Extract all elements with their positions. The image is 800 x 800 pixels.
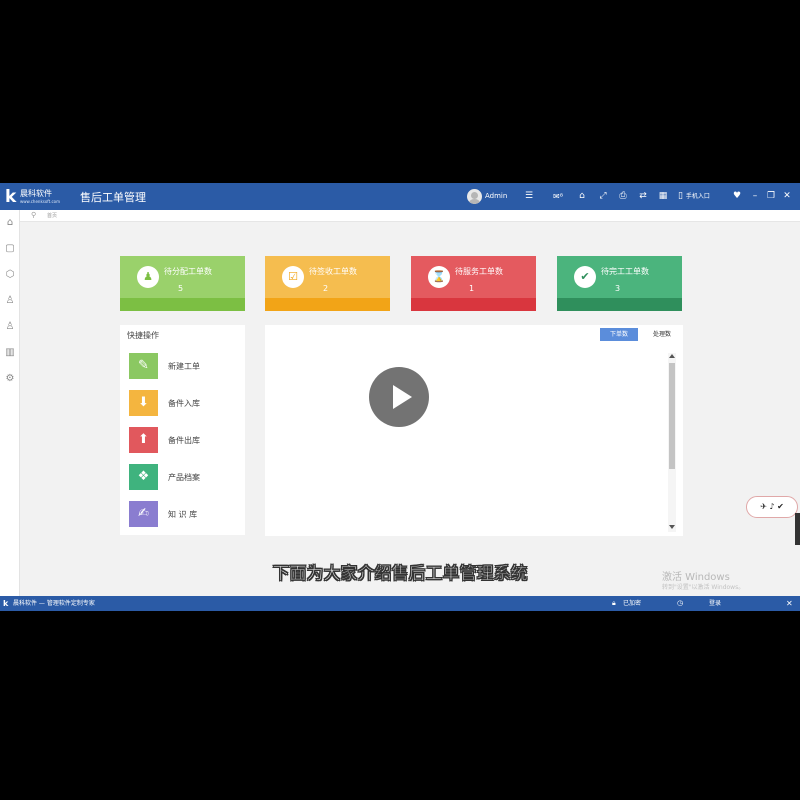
edit-icon: ✎	[129, 353, 158, 379]
floating-widget[interactable]: ✈ ♪ ✔	[746, 496, 798, 518]
sidebar-item-orders[interactable]: ▢	[0, 236, 20, 262]
play-icon	[393, 385, 412, 409]
restore-icon[interactable]: ❐	[766, 189, 776, 204]
quick-item-label: 备件出库	[168, 436, 200, 445]
activation-watermark-title: 激活 Windows	[662, 572, 730, 583]
order-icon: ▢	[5, 243, 15, 254]
breadcrumb: ⚲ 首页	[20, 210, 800, 222]
stat-card-pending-assign[interactable]: ♟ 待分配工单数 5	[120, 256, 245, 311]
inbox-in-icon: ⬇	[129, 390, 158, 416]
home-icon: ⌂	[6, 217, 14, 228]
box-icon: ⬡	[5, 269, 15, 280]
logo-mark: k	[5, 187, 17, 207]
quick-ops-title: 快捷操作	[127, 331, 159, 340]
stat-label: 待服务工单数	[455, 267, 503, 276]
document-check-icon: ✔	[574, 266, 596, 288]
quick-parts-in[interactable]: ⬇ 备件入库	[129, 390, 219, 416]
scrollbar[interactable]	[668, 353, 676, 532]
print-icon[interactable]: ⎙	[617, 189, 629, 204]
chart-panel: 下单数 处理数	[265, 325, 683, 536]
status-bar: k 晨科软件 — 管理软件定制专家 🔒︎ 已加密 ◷ 登录 ✕	[0, 596, 800, 611]
stat-value: 3	[615, 284, 621, 293]
minimize-icon[interactable]: –	[750, 189, 760, 204]
sidebar: ⌂ ▢ ⬡ ♙ ♙ ▥ ⚙	[0, 210, 20, 596]
fullscreen-icon[interactable]: ⤢	[597, 189, 609, 204]
title-bar: k 晨科软件 www.chenksoft.com 售后工单管理 Admin ☰ …	[0, 183, 800, 210]
breadcrumb-home[interactable]: 首页	[47, 212, 57, 219]
report-icon: ▥	[5, 347, 15, 358]
mobile-entry[interactable]: ▯ 手机入口	[678, 189, 718, 204]
scroll-down-arrow-icon[interactable]	[669, 525, 675, 529]
app-title: 售后工单管理	[80, 191, 146, 204]
card-band	[265, 298, 390, 311]
stat-card-pending-service[interactable]: ⌛ 待服务工单数 1	[411, 256, 536, 311]
activation-watermark-text: 转到"设置"以激活 Windows。	[662, 584, 745, 591]
quick-product-archive[interactable]: ❖ 产品档案	[129, 464, 219, 490]
stat-label: 待完工工单数	[601, 267, 649, 276]
sidebar-item-settings[interactable]: ⚙	[0, 366, 20, 392]
inbox-out-icon: ⬆	[129, 427, 158, 453]
edge-tab[interactable]	[795, 513, 800, 545]
stat-card-pending-complete[interactable]: ✔ 待完工工单数 3	[557, 256, 682, 311]
sidebar-item-reports[interactable]: ▥	[0, 340, 20, 366]
stat-label: 待签收工单数	[309, 267, 357, 276]
close-icon[interactable]: ✕	[782, 189, 792, 204]
grid-icon: ❖	[129, 464, 158, 490]
scroll-up-arrow-icon[interactable]	[669, 354, 675, 358]
menu-icon[interactable]: ☰	[523, 189, 535, 204]
stat-value: 1	[469, 284, 475, 293]
username[interactable]: Admin	[485, 192, 507, 200]
sidebar-item-customers[interactable]: ♙	[0, 288, 20, 314]
stat-value: 5	[178, 284, 184, 293]
staff-icon: ♙	[5, 321, 15, 332]
settings-icon: ⚙	[5, 373, 15, 384]
clock-icon: ◷	[677, 599, 684, 607]
lock-icon: 🔒︎	[612, 599, 616, 607]
mobile-entry-label: 手机入口	[685, 193, 710, 200]
refresh-icon[interactable]: ⇄	[637, 189, 649, 204]
clipboard-icon: ☑	[282, 266, 304, 288]
app-window: k 晨科软件 www.chenksoft.com 售后工单管理 Admin ☰ …	[0, 183, 800, 611]
statusbar-logo-icon: k	[3, 599, 9, 608]
quick-item-label: 知 识 库	[168, 510, 198, 519]
stat-label: 待分配工单数	[164, 267, 212, 276]
location-pin-icon: ⚲	[31, 211, 37, 219]
message-icon[interactable]: ✉⁸	[549, 189, 567, 204]
card-band	[557, 298, 682, 311]
statusbar-company: 晨科软件 — 管理软件定制专家	[13, 600, 95, 607]
hourglass-icon: ⌛	[428, 266, 450, 288]
encryption-status: 已加密	[623, 600, 642, 607]
stat-card-pending-sign[interactable]: ☑ 待签收工单数 2	[265, 256, 390, 311]
stat-value: 2	[323, 284, 329, 293]
logo-url: www.chenksoft.com	[20, 199, 61, 204]
calculator-icon[interactable]: ▦	[657, 189, 669, 204]
book-icon: ✍	[129, 501, 158, 527]
home-icon[interactable]: ⌂	[576, 189, 588, 204]
card-band	[411, 298, 536, 311]
sidebar-item-parts[interactable]: ⬡	[0, 262, 20, 288]
login-link[interactable]: 登录	[709, 596, 721, 611]
quick-ops-panel: 快捷操作 ✎ 新建工单 ⬇ 备件入库 ⬆ 备件出库 ❖ 产品档案 ✍ 知 识 库	[120, 325, 245, 535]
sidebar-item-home[interactable]: ⌂	[0, 210, 20, 236]
card-band	[120, 298, 245, 311]
people-icon: ♟	[137, 266, 159, 288]
sidebar-item-staff[interactable]: ♙	[0, 314, 20, 340]
quick-parts-out[interactable]: ⬆ 备件出库	[129, 427, 219, 453]
quick-item-label: 产品档案	[168, 473, 200, 482]
quick-new-order[interactable]: ✎ 新建工单	[129, 353, 219, 379]
quick-item-label: 备件入库	[168, 399, 200, 408]
skin-icon[interactable]: ♥	[731, 189, 743, 204]
scroll-thumb[interactable]	[669, 363, 675, 469]
mobile-icon: ▯	[678, 191, 683, 201]
app-logo[interactable]: k 晨科软件 www.chenksoft.com	[5, 187, 77, 207]
customer-icon: ♙	[5, 295, 15, 306]
user-avatar[interactable]	[467, 189, 482, 204]
video-play-button[interactable]	[369, 367, 429, 427]
tab-order-count[interactable]: 下单数	[600, 328, 638, 341]
statusbar-close-icon[interactable]: ✕	[786, 596, 793, 611]
quick-item-label: 新建工单	[168, 362, 200, 371]
tab-handle-count[interactable]: 处理数	[647, 328, 677, 341]
logo-name: 晨科软件	[20, 189, 52, 198]
quick-knowledge-base[interactable]: ✍ 知 识 库	[129, 501, 219, 527]
